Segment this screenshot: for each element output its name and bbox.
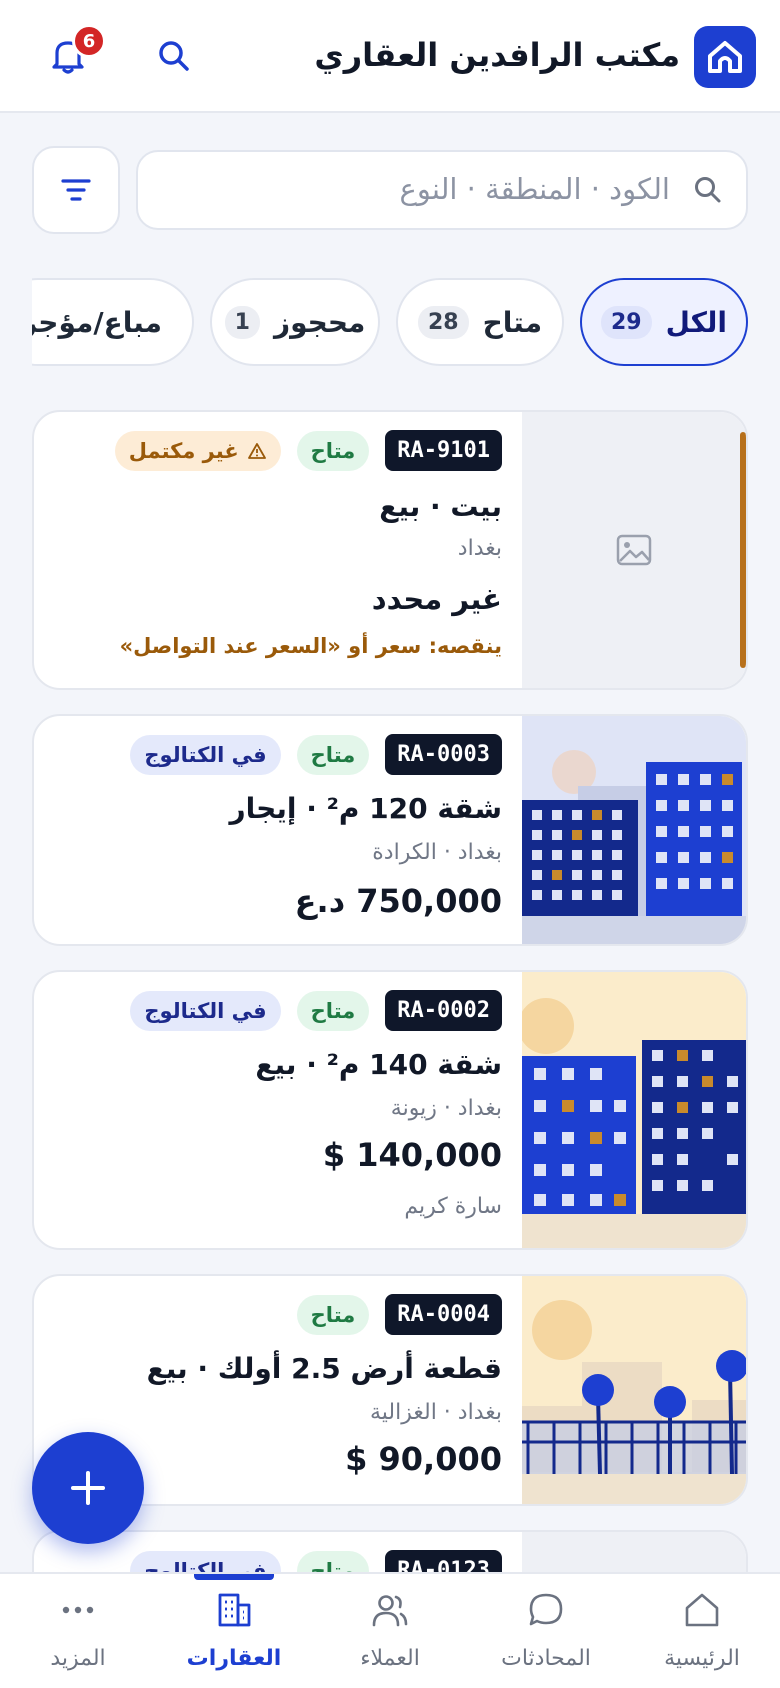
listing-price: 90,000 $ [345,1440,502,1478]
listing-code-badge: RA-0003 [385,734,502,775]
tab-label: متاح [482,305,543,339]
missing-info-note: ينقصه: سعر أو «السعر عند التواصل» [119,634,502,658]
filter-icon [61,179,91,201]
search-button[interactable] [146,28,202,84]
listing-card[interactable]: RA-0003 متاح في الكتالوج شقة 120 م² · إي… [32,714,748,946]
nav-clients[interactable]: العملاء [312,1574,468,1688]
tab-count: 1 [224,305,260,339]
listing-price: غير محدد [371,582,502,616]
nav-conversations[interactable]: المحادثات [468,1574,624,1688]
home-logo-icon [708,41,742,73]
catalog-badge: في الكتالوج [130,734,281,775]
search-placeholder: الكود · المنطقة · النوع [399,172,670,206]
listing-price: 750,000 د.ع [294,882,502,920]
tab-sold-rented[interactable]: مباع/مؤجر [32,278,194,366]
listing-card[interactable]: RA-9101 متاح غير مكتمل بيت · بيع بغداد غ… [32,410,748,690]
nav-label: العملاء [360,1646,420,1671]
search-field-icon [695,177,721,203]
listing-code-badge: RA-9101 [385,430,502,471]
add-listing-button[interactable] [32,1432,144,1544]
tab-count: 28 [417,305,469,339]
nav-label: المزيد [50,1646,106,1671]
listing-code-badge: RA-0004 [385,1294,502,1335]
tab-label: محجوز [273,305,366,339]
listing-agent: سارة كريم [404,1194,502,1219]
listing-thumbnail [522,1276,746,1504]
listing-details: RA-9101 متاح غير مكتمل بيت · بيع بغداد غ… [34,412,522,688]
listing-thumbnail [522,716,746,944]
incomplete-badge-label: غير مكتمل [128,438,239,463]
nav-label: العقارات [186,1646,282,1671]
chat-icon [529,1593,563,1626]
incomplete-badge: غير مكتمل [114,430,281,471]
filter-button[interactable] [32,146,120,234]
apartment-illustration [522,998,746,1248]
tab-label: الكل [665,305,728,339]
listing-code-badge: RA-0002 [385,990,502,1031]
listing-title: بيت · بيع [379,490,502,523]
listing-title: شقة 120 م² · إيجار [229,792,502,825]
image-placeholder-icon [616,534,652,566]
status-badge: متاح [296,430,370,471]
notification-count-badge: 6 [72,24,106,58]
apartment-illustration [522,750,746,944]
listing-location: بغداد [457,536,502,561]
warning-icon [247,442,266,459]
building-icon [218,1593,251,1627]
land-plot-illustration [522,1300,746,1504]
tab-reserved[interactable]: محجوز 1 [210,278,380,366]
listing-title: شقة 140 م² · بيع [255,1048,502,1081]
badge-row: RA-0004 متاح [296,1294,502,1335]
listing-location: بغداد · الغزالية [370,1400,502,1425]
listing-details: RA-0002 متاح في الكتالوج شقة 140 م² · بي… [34,972,522,1248]
incomplete-accent-bar [740,432,746,668]
brand-logo [694,26,756,88]
nav-home[interactable]: الرئيسية [624,1574,780,1688]
app-title: مكتب الرافدين العقاري [314,36,680,74]
nav-label: الرئيسية [664,1646,740,1671]
catalog-badge: في الكتالوج [130,990,281,1031]
bottom-navigation: الرئيسية المحادثات العملاء العقارات المز… [0,1572,780,1688]
search-icon [159,41,189,71]
more-icon [62,1606,94,1614]
tab-count: 29 [601,305,652,339]
top-bar: مكتب الرافدين العقاري 6 [0,0,780,113]
status-badge: متاح [296,990,370,1031]
status-badge: متاح [296,734,370,775]
listing-card[interactable]: RA-0002 متاح في الكتالوج شقة 140 م² · بي… [32,970,748,1250]
badge-row: RA-0002 متاح في الكتالوج [130,990,502,1031]
nav-properties[interactable]: العقارات [156,1574,312,1688]
tab-label: مباع/مؤجر [32,305,162,339]
listing-location: بغداد · الكرادة [372,840,502,865]
home-icon [685,1593,719,1627]
listing-thumbnail [522,412,746,688]
tab-available[interactable]: متاح 28 [396,278,564,366]
listing-thumbnail [522,972,746,1248]
status-tabs: الكل 29 متاح 28 محجوز 1 مباع/مؤجر [32,276,748,368]
listing-price: 140,000 $ [322,1136,502,1174]
listing-details: RA-0003 متاح في الكتالوج شقة 120 م² · إي… [34,716,522,944]
badge-row: RA-9101 متاح غير مكتمل [114,430,502,471]
tab-all[interactable]: الكل 29 [580,278,748,366]
nav-more[interactable]: المزيد [0,1574,156,1688]
plus-icon [71,1471,105,1505]
listing-title: قطعة أرض 2.5 أولك · بيع [146,1352,502,1385]
badge-row: RA-0003 متاح في الكتالوج [130,734,502,775]
nav-label: المحادثات [501,1646,591,1671]
users-icon [372,1595,408,1627]
app: مكتب الرافدين العقاري 6 الكود · المنطقة … [0,0,780,1688]
search-input[interactable]: الكود · المنطقة · النوع [136,150,748,230]
status-badge: متاح [296,1294,370,1335]
listing-location: بغداد · زيونة [390,1096,502,1121]
